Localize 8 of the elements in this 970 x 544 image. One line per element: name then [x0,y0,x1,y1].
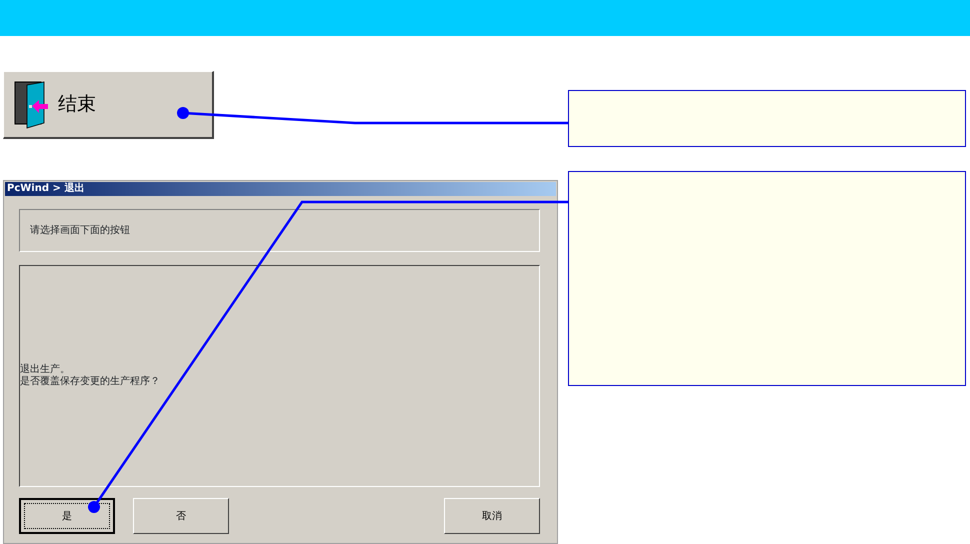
dialog-button[interactable]: 否 [133,498,229,534]
dialog-button[interactable]: 是 [19,498,115,534]
end-button[interactable]: 结束 [3,71,214,139]
dialog-button[interactable]: 取消 [444,498,540,534]
window-title: PcWind > 退出 [5,182,556,196]
message-text: 是否覆盖保存变更的生产程序？ [20,376,160,388]
message-text: 退出生产。 [20,364,70,376]
instruction-text: 请选择画面下面的按钮 [30,224,130,238]
